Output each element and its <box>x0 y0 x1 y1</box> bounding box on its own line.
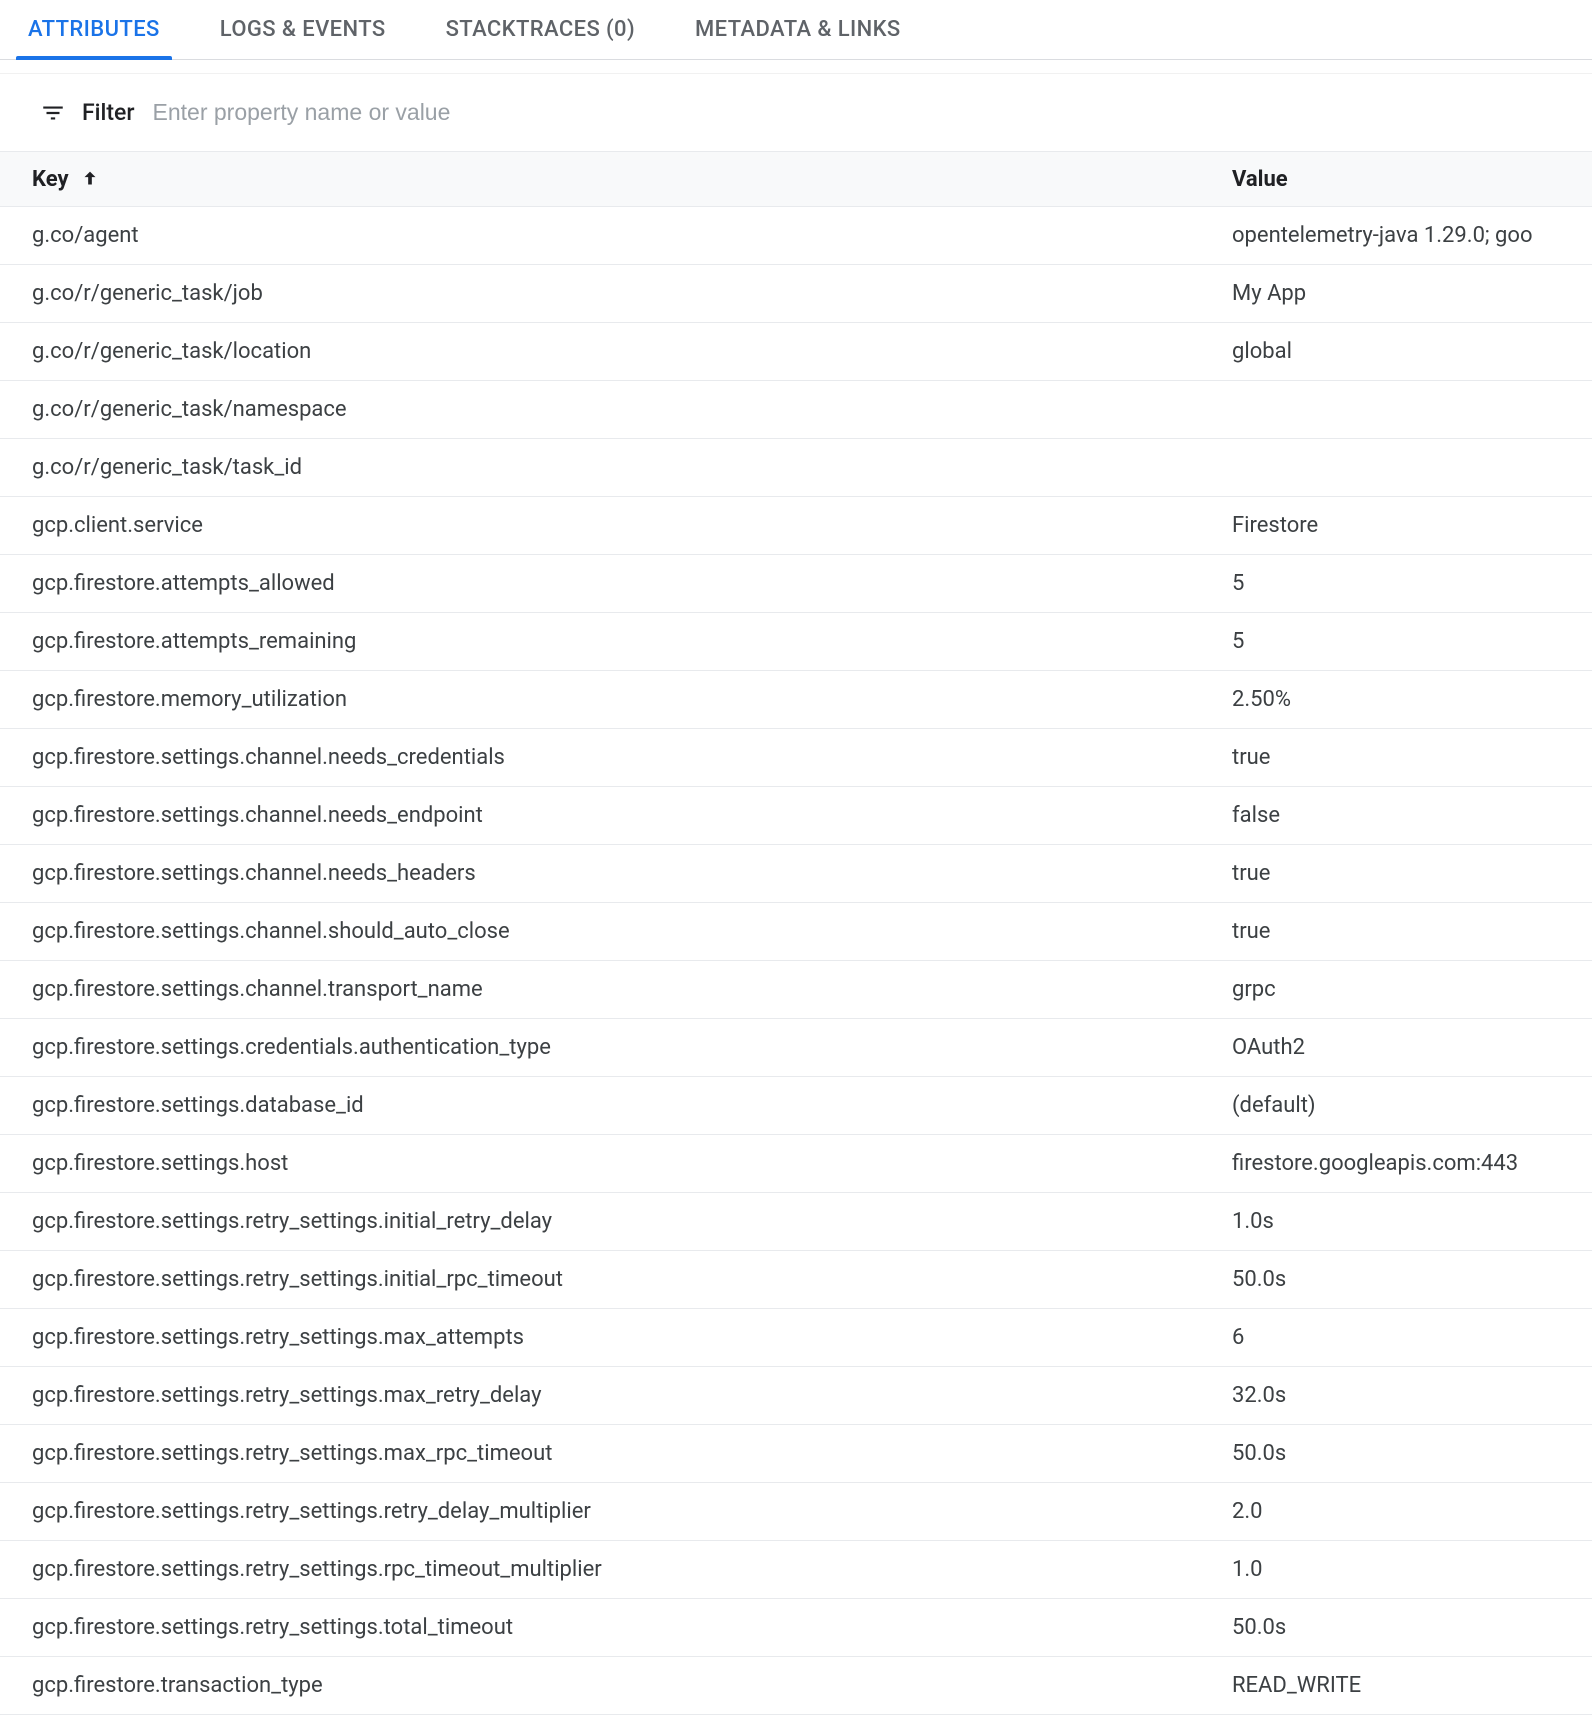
table-row[interactable]: gcp.firestore.settings.channel.needs_end… <box>0 787 1592 845</box>
table-row[interactable]: gcp.firestore.settings.channel.needs_cre… <box>0 729 1592 787</box>
cell-key: gcp.firestore.settings.retry_settings.in… <box>0 1209 1232 1234</box>
table-header-row: Key Value <box>0 151 1592 207</box>
cell-key: g.co/r/generic_task/location <box>0 339 1232 364</box>
cell-key: g.co/r/generic_task/job <box>0 281 1232 306</box>
sub-border <box>0 60 1592 74</box>
cell-value: true <box>1232 745 1592 770</box>
filter-label: Filter <box>82 99 135 126</box>
cell-value: (default) <box>1232 1093 1592 1118</box>
cell-key: gcp.firestore.settings.channel.should_au… <box>0 919 1232 944</box>
table-row[interactable]: g.co/r/generic_task/jobMy App <box>0 265 1592 323</box>
cell-value: Firestore <box>1232 513 1592 538</box>
cell-value: 50.0s <box>1232 1267 1592 1292</box>
column-header-value-label: Value <box>1232 167 1288 192</box>
filter-row: Filter <box>0 74 1592 151</box>
sort-ascending-icon <box>79 168 101 190</box>
table-row[interactable]: gcp.firestore.settings.channel.needs_hea… <box>0 845 1592 903</box>
table-row[interactable]: gcp.firestore.settings.channel.should_au… <box>0 903 1592 961</box>
cell-key: gcp.firestore.settings.retry_settings.ma… <box>0 1325 1232 1350</box>
cell-key: gcp.firestore.attempts_allowed <box>0 571 1232 596</box>
cell-key: g.co/agent <box>0 223 1232 248</box>
cell-key: gcp.firestore.settings.retry_settings.re… <box>0 1499 1232 1524</box>
column-header-key[interactable]: Key <box>0 167 1232 192</box>
cell-key: g.co/r/generic_task/namespace <box>0 397 1232 422</box>
column-header-value[interactable]: Value <box>1232 167 1592 192</box>
table-row[interactable]: gcp.firestore.settings.retry_settings.ma… <box>0 1425 1592 1483</box>
cell-value: READ_WRITE <box>1232 1673 1592 1698</box>
cell-key: gcp.firestore.memory_utilization <box>0 687 1232 712</box>
table-row[interactable]: g.co/agentopentelemetry-java 1.29.0; goo <box>0 207 1592 265</box>
column-header-key-label: Key <box>32 167 69 192</box>
cell-value: 2.0 <box>1232 1499 1592 1524</box>
table-row[interactable]: gcp.client.serviceFirestore <box>0 497 1592 555</box>
cell-value: 2.50% <box>1232 687 1592 712</box>
table-row[interactable]: gcp.firestore.settings.retry_settings.ma… <box>0 1309 1592 1367</box>
cell-key: gcp.firestore.settings.channel.transport… <box>0 977 1232 1002</box>
table-row[interactable]: gcp.firestore.attempts_remaining5 <box>0 613 1592 671</box>
table-body: g.co/agentopentelemetry-java 1.29.0; goo… <box>0 207 1592 1715</box>
cell-value: true <box>1232 861 1592 886</box>
table-row[interactable]: gcp.firestore.settings.retry_settings.rp… <box>0 1541 1592 1599</box>
cell-value: false <box>1232 803 1592 828</box>
tabs-bar: ATTRIBUTES LOGS & EVENTS STACKTRACES (0)… <box>0 0 1592 60</box>
cell-key: gcp.firestore.settings.channel.needs_cre… <box>0 745 1232 770</box>
table-row[interactable]: gcp.firestore.settings.credentials.authe… <box>0 1019 1592 1077</box>
cell-key: gcp.firestore.settings.database_id <box>0 1093 1232 1118</box>
cell-value: My App <box>1232 281 1592 306</box>
cell-value: 1.0s <box>1232 1209 1592 1234</box>
table-row[interactable]: gcp.firestore.settings.retry_settings.in… <box>0 1251 1592 1309</box>
table-row[interactable]: gcp.firestore.memory_utilization2.50% <box>0 671 1592 729</box>
cell-key: gcp.firestore.settings.channel.needs_end… <box>0 803 1232 828</box>
cell-key: gcp.firestore.settings.host <box>0 1151 1232 1176</box>
cell-key: gcp.firestore.transaction_type <box>0 1673 1232 1698</box>
tab-stacktraces[interactable]: STACKTRACES (0) <box>446 0 635 59</box>
tab-metadata-links[interactable]: METADATA & LINKS <box>695 0 901 59</box>
cell-value: opentelemetry-java 1.29.0; goo <box>1232 223 1592 248</box>
cell-value: OAuth2 <box>1232 1035 1592 1060</box>
table-row[interactable]: gcp.firestore.settings.retry_settings.in… <box>0 1193 1592 1251</box>
table-row[interactable]: g.co/r/generic_task/namespace <box>0 381 1592 439</box>
cell-key: gcp.firestore.settings.retry_settings.to… <box>0 1615 1232 1640</box>
tab-logs-events[interactable]: LOGS & EVENTS <box>220 0 386 59</box>
cell-value: 6 <box>1232 1325 1592 1350</box>
cell-key: gcp.firestore.attempts_remaining <box>0 629 1232 654</box>
tab-attributes[interactable]: ATTRIBUTES <box>28 0 160 59</box>
cell-value: 50.0s <box>1232 1441 1592 1466</box>
filter-icon <box>40 100 66 126</box>
cell-key: gcp.firestore.settings.retry_settings.rp… <box>0 1557 1232 1582</box>
cell-value: global <box>1232 339 1592 364</box>
cell-value: firestore.googleapis.com:443 <box>1232 1151 1592 1176</box>
cell-key: gcp.firestore.settings.credentials.authe… <box>0 1035 1232 1060</box>
table-row[interactable]: gcp.firestore.settings.retry_settings.to… <box>0 1599 1592 1657</box>
cell-key: gcp.firestore.settings.retry_settings.ma… <box>0 1383 1232 1408</box>
table-row[interactable]: gcp.firestore.settings.channel.transport… <box>0 961 1592 1019</box>
cell-value: true <box>1232 919 1592 944</box>
table-row[interactable]: gcp.firestore.attempts_allowed5 <box>0 555 1592 613</box>
table-row[interactable]: gcp.firestore.settings.database_id(defau… <box>0 1077 1592 1135</box>
table-row[interactable]: gcp.firestore.settings.retry_settings.ma… <box>0 1367 1592 1425</box>
cell-key: g.co/r/generic_task/task_id <box>0 455 1232 480</box>
cell-key: gcp.client.service <box>0 513 1232 538</box>
cell-value: 50.0s <box>1232 1615 1592 1640</box>
cell-value: grpc <box>1232 977 1592 1002</box>
cell-value: 32.0s <box>1232 1383 1592 1408</box>
cell-key: gcp.firestore.settings.retry_settings.ma… <box>0 1441 1232 1466</box>
table-row[interactable]: gcp.firestore.transaction_typeREAD_WRITE <box>0 1657 1592 1715</box>
filter-input[interactable] <box>151 98 1560 127</box>
table-row[interactable]: g.co/r/generic_task/locationglobal <box>0 323 1592 381</box>
table-row[interactable]: g.co/r/generic_task/task_id <box>0 439 1592 497</box>
table-row[interactable]: gcp.firestore.settings.hostfirestore.goo… <box>0 1135 1592 1193</box>
cell-key: gcp.firestore.settings.channel.needs_hea… <box>0 861 1232 886</box>
cell-value: 5 <box>1232 571 1592 596</box>
cell-key: gcp.firestore.settings.retry_settings.in… <box>0 1267 1232 1292</box>
table-row[interactable]: gcp.firestore.settings.retry_settings.re… <box>0 1483 1592 1541</box>
cell-value: 1.0 <box>1232 1557 1592 1582</box>
cell-value: 5 <box>1232 629 1592 654</box>
